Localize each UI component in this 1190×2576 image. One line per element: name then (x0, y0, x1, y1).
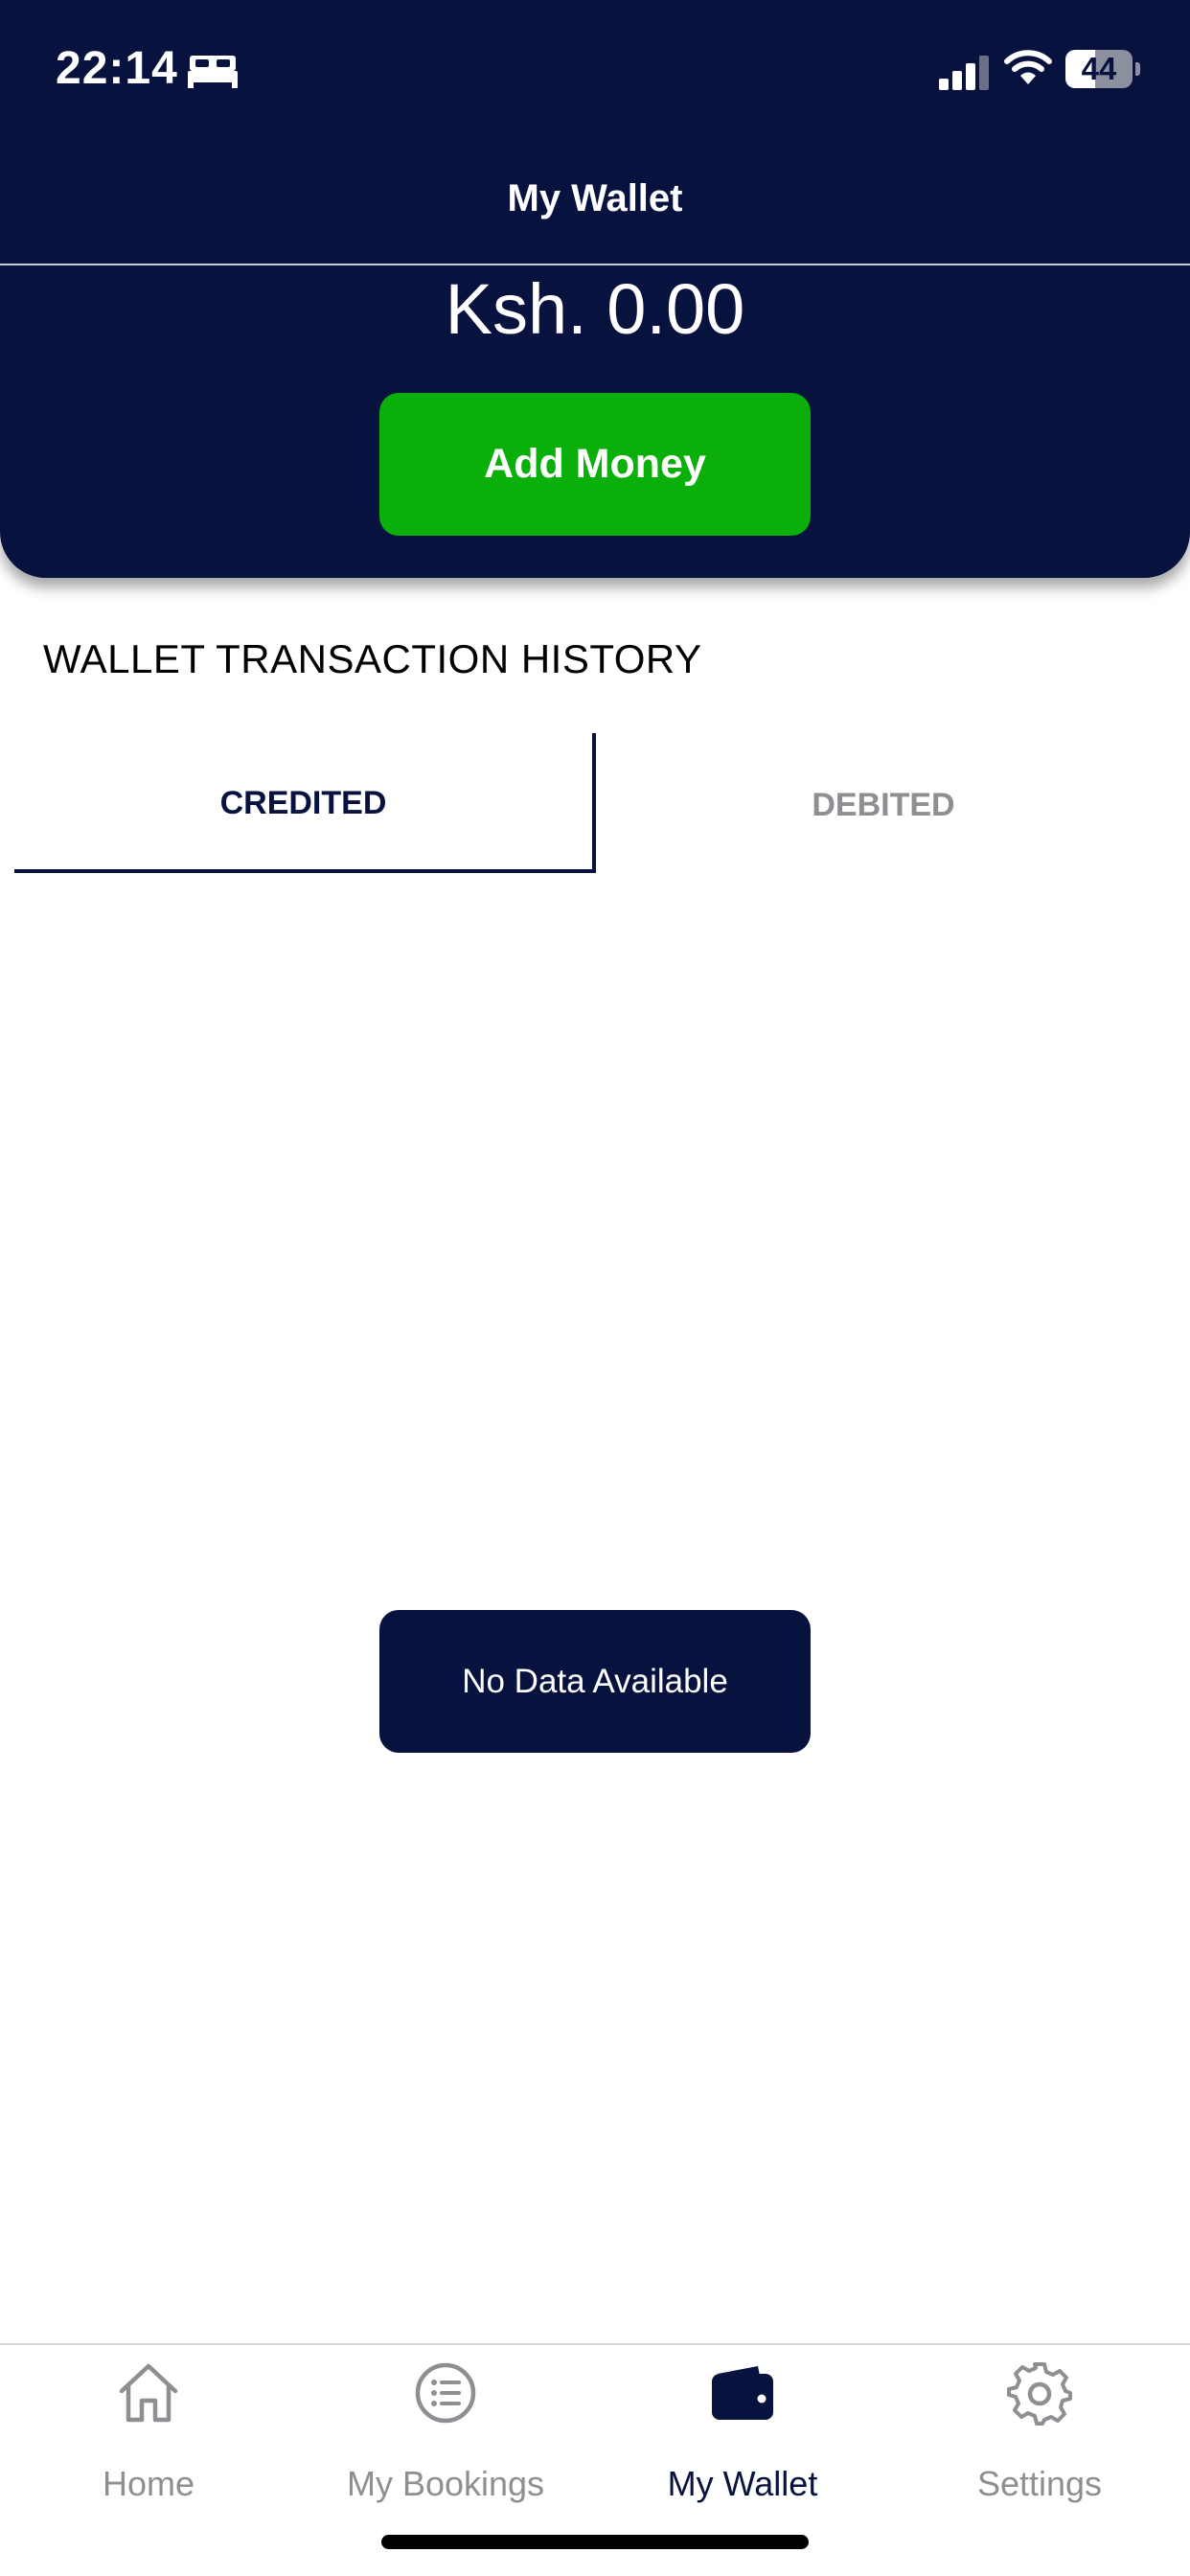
wallet-header: 22:14 44 My Wallet Ksh. 0.00 Add Money (0, 0, 1190, 578)
tab-bar-divider (0, 2343, 1190, 2345)
status-bar: 22:14 44 (0, 0, 1190, 144)
nav-my-wallet[interactable]: My Wallet (594, 2360, 891, 2523)
no-data-message: No Data Available (379, 1610, 811, 1753)
nav-settings[interactable]: Settings (891, 2360, 1188, 2523)
home-indicator[interactable] (381, 2535, 809, 2549)
nav-my-bookings[interactable]: My Bookings (297, 2360, 594, 2523)
tab-debited[interactable]: DEBITED (596, 733, 1171, 873)
gear-icon (1007, 2362, 1072, 2426)
wallet-balance: Ksh. 0.00 (445, 269, 745, 349)
page-title: My Wallet (507, 177, 683, 219)
nav-home-label: Home (102, 2464, 195, 2503)
list-icon (415, 2362, 476, 2424)
nav-settings-label: Settings (976, 2464, 1103, 2503)
wifi-icon (1004, 50, 1052, 84)
nav-home[interactable]: Home (0, 2360, 297, 2523)
battery-level: 44 (1081, 51, 1117, 86)
battery-icon: 44 (1065, 50, 1140, 88)
nav-my-bookings-label: My Bookings (346, 2464, 545, 2503)
header-divider (0, 264, 1190, 265)
wallet-icon (712, 2366, 773, 2420)
bed-icon (188, 56, 238, 88)
home-icon (119, 2363, 178, 2423)
tab-credited[interactable]: CREDITED (14, 733, 596, 873)
signal-icon (939, 56, 989, 90)
nav-my-wallet-label: My Wallet (667, 2464, 818, 2503)
transaction-history-title: WALLET TRANSACTION HISTORY (43, 636, 702, 681)
add-money-button[interactable]: Add Money (379, 393, 811, 536)
status-time: 22:14 (56, 43, 178, 94)
